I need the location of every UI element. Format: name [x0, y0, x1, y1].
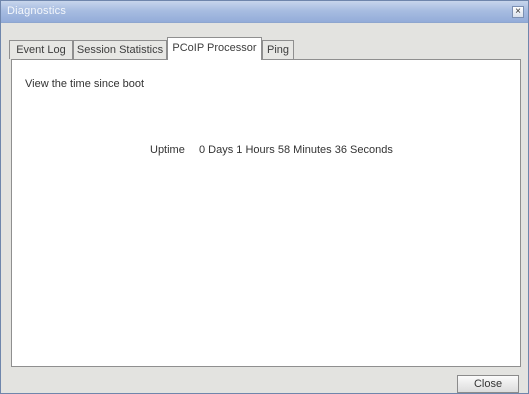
close-icon[interactable]: × [512, 6, 524, 18]
uptime-label: Uptime [150, 144, 185, 156]
diagnostics-window: Diagnostics × Event Log Session Statisti… [0, 0, 529, 394]
panel-description: View the time since boot [25, 78, 145, 90]
tab-panel: View the time since boot Uptime 0 Days 1… [11, 59, 521, 367]
tab-pcoip-processor[interactable]: PCoIP Processor [167, 37, 262, 60]
title-bar[interactable]: Diagnostics × [1, 1, 528, 23]
tab-session-statistics[interactable]: Session Statistics [73, 40, 167, 59]
tab-event-log[interactable]: Event Log [9, 40, 73, 59]
tab-ping[interactable]: Ping [262, 40, 294, 59]
window-title: Diagnostics [7, 5, 67, 17]
close-button[interactable]: Close [457, 375, 519, 393]
uptime-value: 0 Days 1 Hours 58 Minutes 36 Seconds [199, 144, 393, 156]
